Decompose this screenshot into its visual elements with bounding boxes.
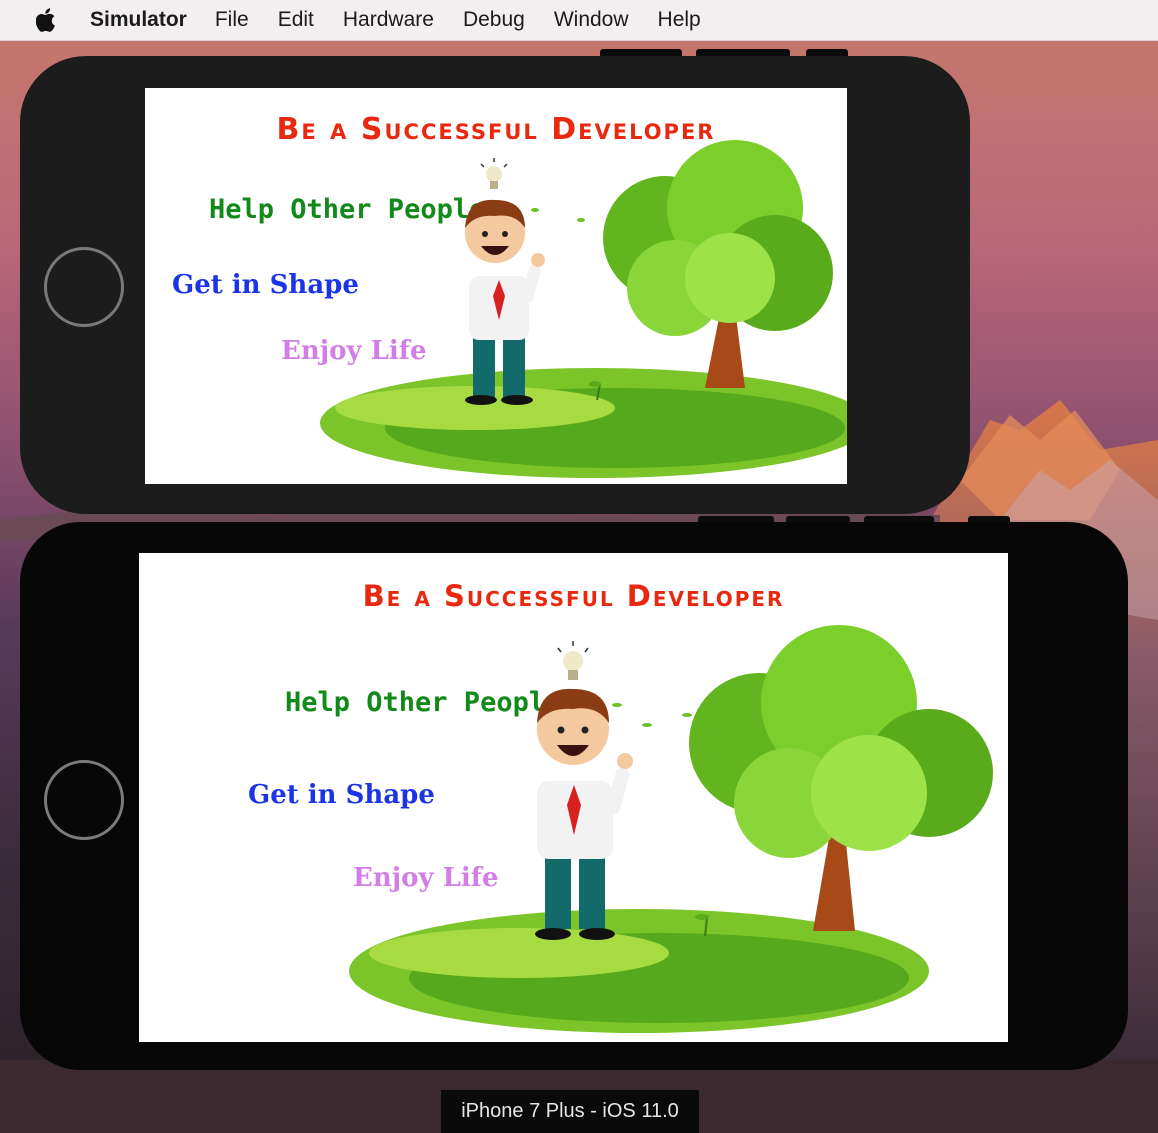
menu-edit[interactable]: Edit bbox=[278, 8, 314, 32]
app-screen[interactable]: Be a Successful Developer Help Other Peo… bbox=[145, 88, 847, 484]
lightbulb-icon bbox=[557, 641, 589, 680]
menu-simulator[interactable]: Simulator bbox=[90, 8, 187, 32]
device-label: iPhone 7 Plus - iOS 11.0 bbox=[441, 1090, 699, 1133]
menu-debug[interactable]: Debug bbox=[463, 8, 525, 32]
menu-help[interactable]: Help bbox=[658, 8, 701, 32]
menu-hardware[interactable]: Hardware bbox=[343, 8, 434, 32]
illustration bbox=[349, 625, 993, 1033]
menu-file[interactable]: File bbox=[215, 8, 249, 32]
developer-character bbox=[535, 688, 633, 940]
home-button-icon[interactable] bbox=[44, 247, 124, 327]
app-screen[interactable]: Be a Successful Developer Help Other Peo… bbox=[139, 553, 1008, 1042]
apple-logo-icon[interactable] bbox=[36, 7, 72, 33]
menu-bar: Simulator File Edit Hardware Debug Windo… bbox=[0, 0, 1158, 41]
home-button-icon[interactable] bbox=[44, 760, 124, 840]
device-label-text: iPhone 7 Plus - iOS 11.0 bbox=[461, 1100, 679, 1122]
illustration bbox=[320, 140, 847, 478]
lightbulb-icon bbox=[480, 158, 508, 189]
menu-window[interactable]: Window bbox=[554, 8, 629, 32]
